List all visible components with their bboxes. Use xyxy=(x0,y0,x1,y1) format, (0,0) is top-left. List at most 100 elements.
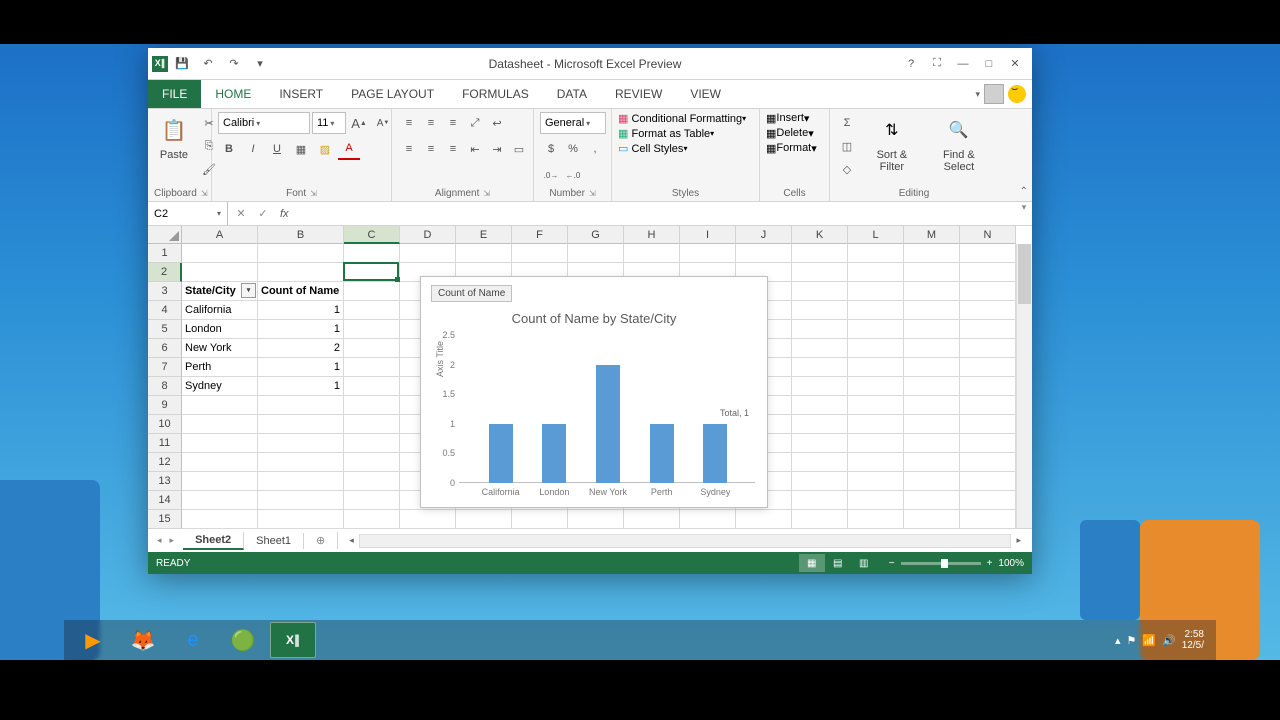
new-sheet-button[interactable]: ⊕ xyxy=(304,532,338,549)
qat-undo-button[interactable]: ↶ xyxy=(196,52,220,76)
cell[interactable] xyxy=(848,301,904,320)
cell[interactable] xyxy=(344,434,400,453)
cell[interactable] xyxy=(182,491,258,510)
row-header[interactable]: 12 xyxy=(148,453,182,472)
cell[interactable] xyxy=(344,282,400,301)
row-header[interactable]: 9 xyxy=(148,396,182,415)
fill-button[interactable]: ◫ xyxy=(836,135,858,157)
increase-decimal-button[interactable]: .0→ xyxy=(540,164,562,186)
percent-button[interactable]: % xyxy=(562,138,584,160)
cell[interactable] xyxy=(258,396,344,415)
italic-button[interactable]: I xyxy=(242,138,264,160)
column-header[interactable]: H xyxy=(624,226,680,244)
cell[interactable] xyxy=(512,244,568,263)
cell[interactable] xyxy=(848,244,904,263)
currency-button[interactable]: $ xyxy=(540,138,562,160)
tray-flag-icon[interactable]: ⚑ xyxy=(1126,634,1136,647)
column-header[interactable]: F xyxy=(512,226,568,244)
cell[interactable] xyxy=(568,510,624,529)
cell[interactable] xyxy=(960,453,1016,472)
close-button[interactable]: ✕ xyxy=(1002,54,1028,74)
tab-home[interactable]: HOME xyxy=(201,80,265,108)
align-bottom-button[interactable]: ≡ xyxy=(442,112,464,134)
cell[interactable] xyxy=(512,510,568,529)
cell[interactable] xyxy=(904,434,960,453)
cell[interactable] xyxy=(904,263,960,282)
tab-formulas[interactable]: FORMULAS xyxy=(448,80,543,108)
cell[interactable] xyxy=(904,510,960,529)
clear-button[interactable]: ◇ xyxy=(836,158,858,180)
tab-view[interactable]: VIEW xyxy=(676,80,735,108)
row-header[interactable]: 7 xyxy=(148,358,182,377)
zoom-in-button[interactable]: + xyxy=(987,558,993,569)
system-clock[interactable]: 2:58 12/5/ xyxy=(1182,629,1204,651)
alignment-dialog-icon[interactable]: ⇲ xyxy=(483,189,490,198)
row-header[interactable]: 2 xyxy=(148,263,182,282)
ribbon-display-button[interactable]: ⛶ xyxy=(924,54,950,74)
cell[interactable] xyxy=(182,396,258,415)
cell[interactable]: New York xyxy=(182,339,258,358)
cell[interactable] xyxy=(904,301,960,320)
cell[interactable] xyxy=(792,472,848,491)
cell[interactable] xyxy=(182,263,258,282)
row-header[interactable]: 6 xyxy=(148,339,182,358)
cell[interactable] xyxy=(960,358,1016,377)
cancel-formula-button[interactable]: ✕ xyxy=(232,207,250,220)
cell[interactable] xyxy=(258,434,344,453)
cell[interactable] xyxy=(960,510,1016,529)
row-header[interactable]: 14 xyxy=(148,491,182,510)
cell[interactable] xyxy=(848,396,904,415)
autosum-button[interactable]: Σ xyxy=(836,112,858,134)
embedded-chart[interactable]: Count of Name Count of Name by State/Cit… xyxy=(420,276,768,508)
format-as-table-button[interactable]: ▦ Format as Table▾ xyxy=(618,127,714,140)
column-header[interactable]: N xyxy=(960,226,1016,244)
qat-customize-button[interactable]: ▾ xyxy=(248,52,272,76)
cell[interactable] xyxy=(568,244,624,263)
page-break-view-button[interactable]: ▥ xyxy=(851,554,877,572)
cell[interactable] xyxy=(258,244,344,263)
maximize-button[interactable]: □ xyxy=(976,54,1002,74)
tray-show-hidden-icon[interactable]: ▴ xyxy=(1115,634,1121,647)
cell[interactable] xyxy=(904,491,960,510)
cell[interactable] xyxy=(344,510,400,529)
cell[interactable] xyxy=(792,434,848,453)
cell[interactable] xyxy=(960,472,1016,491)
select-all-corner[interactable] xyxy=(148,226,182,244)
orientation-button[interactable]: ⤢ xyxy=(464,112,486,134)
cell[interactable] xyxy=(960,244,1016,263)
column-header[interactable]: G xyxy=(568,226,624,244)
cell[interactable] xyxy=(680,244,736,263)
font-size-combo[interactable]: 11▾ xyxy=(312,112,346,134)
tray-volume-icon[interactable]: 🔊 xyxy=(1162,634,1176,647)
cell[interactable]: 1 xyxy=(258,358,344,377)
filter-dropdown-icon[interactable]: ▾ xyxy=(241,283,256,298)
decrease-decimal-button[interactable]: ←.0 xyxy=(562,164,584,186)
taskbar-firefox[interactable]: 🦊 xyxy=(120,622,166,658)
worksheet-grid[interactable]: ABCDEFGHIJKLMN 123456789101112131415 Sta… xyxy=(148,226,1032,528)
chart-field-button[interactable]: Count of Name xyxy=(431,285,512,302)
cell[interactable] xyxy=(624,244,680,263)
conditional-formatting-button[interactable]: ▦ Conditional Formatting▾ xyxy=(618,112,746,125)
column-header[interactable]: J xyxy=(736,226,792,244)
row-header[interactable]: 15 xyxy=(148,510,182,529)
cell[interactable] xyxy=(400,510,456,529)
chart-bar[interactable] xyxy=(489,424,513,483)
cell[interactable]: Sydney xyxy=(182,377,258,396)
cell[interactable] xyxy=(182,510,258,529)
cell[interactable] xyxy=(960,263,1016,282)
cell[interactable]: London xyxy=(182,320,258,339)
comma-button[interactable]: , xyxy=(584,138,606,160)
align-top-button[interactable]: ≡ xyxy=(398,112,420,134)
cell[interactable]: California xyxy=(182,301,258,320)
cell[interactable] xyxy=(848,263,904,282)
cell[interactable] xyxy=(182,472,258,491)
cell[interactable] xyxy=(456,244,512,263)
cell[interactable] xyxy=(904,472,960,491)
cell[interactable] xyxy=(344,491,400,510)
cell[interactable] xyxy=(344,472,400,491)
align-left-button[interactable]: ≡ xyxy=(398,138,420,160)
fill-color-button[interactable]: ▨ xyxy=(314,138,336,160)
row-header[interactable]: 1 xyxy=(148,244,182,263)
tab-nav-first[interactable]: ◂ xyxy=(154,535,165,546)
cell[interactable] xyxy=(848,434,904,453)
